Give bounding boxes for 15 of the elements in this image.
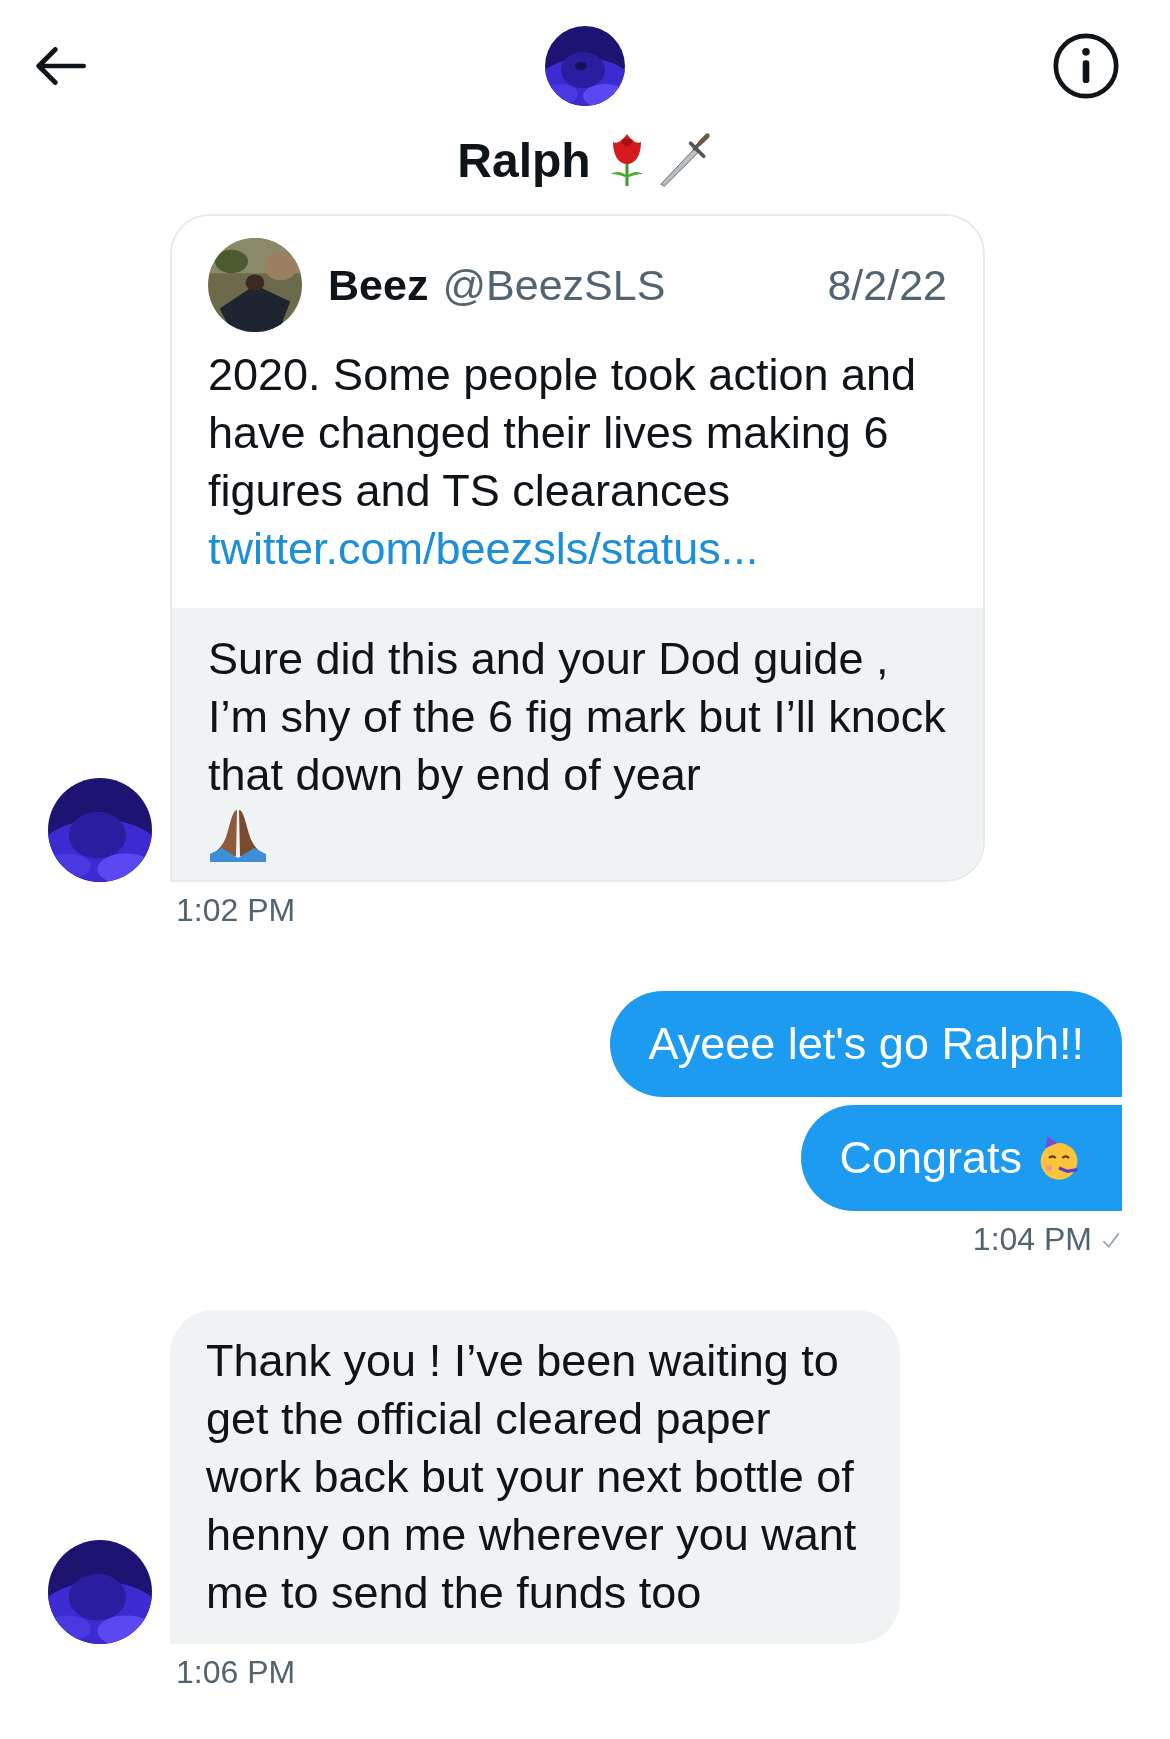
message-bubble: Thank you ! I’ve been waiting to get the official cleared paper work back but your next bottle of henny on me wherever you want me to send the funds too bbox=[170, 1310, 900, 1644]
back-icon[interactable] bbox=[34, 47, 86, 85]
tweet-handle: @BeezSLS bbox=[442, 260, 666, 310]
tweet-text: 2020. Some people took action and have changed their lives making 6 figures and TS clearances bbox=[208, 348, 918, 518]
message-text: Sure did this and your Dod guide , I’m shy of the 6 fig mark but I’ll knock that down by end of year bbox=[208, 632, 947, 802]
message-time: 1:06 PM bbox=[176, 1654, 296, 1691]
message-bubble: Congrats bbox=[801, 1105, 1122, 1211]
tweet-author: Beez bbox=[328, 260, 429, 310]
message-bubble: Ayeee let's go Ralph!! bbox=[610, 991, 1122, 1097]
info-icon[interactable] bbox=[1053, 33, 1119, 99]
tweet-date: 8/2/22 bbox=[827, 260, 947, 310]
message-time: 1:02 PM bbox=[176, 892, 296, 929]
message-time: 1:04 PM bbox=[972, 1221, 1092, 1258]
conversation-title: Ralph bbox=[457, 132, 591, 188]
tweet-link[interactable]: twitter.com/beezsls/status... bbox=[208, 520, 947, 578]
